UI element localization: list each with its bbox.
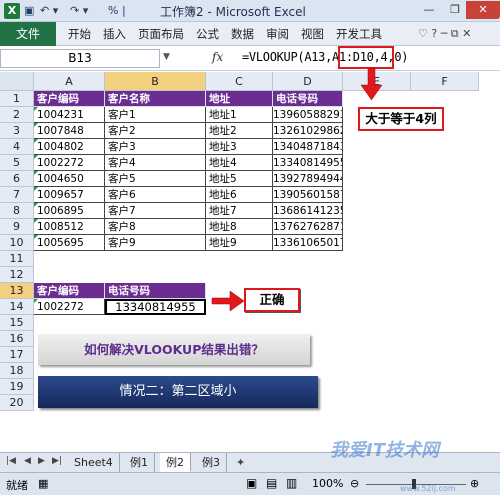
normal-view-icon[interactable]: ▣ — [246, 476, 257, 490]
site-watermark-url: www.52ij.com — [400, 484, 456, 493]
site-watermark: 我爱IT技术网 — [330, 440, 439, 461]
right-arrow-icon — [211, 290, 245, 312]
correct-callout: 正确 — [244, 288, 300, 312]
sheet-tab[interactable]: Sheet4 — [68, 453, 120, 472]
zoom-level[interactable]: 100% — [312, 477, 343, 490]
page-break-view-icon[interactable]: ▥ — [286, 476, 297, 490]
question-banner: 如何解决VLOOKUP结果出错？ — [38, 334, 310, 365]
status-ready: 就绪 — [6, 479, 28, 492]
macro-record-icon[interactable]: ▦ — [38, 477, 48, 490]
prev-sheet-icon[interactable]: ◀ — [24, 456, 31, 466]
sheet-tab[interactable]: 例1 — [124, 453, 155, 472]
sheet-tab[interactable]: 例3 — [196, 453, 227, 472]
page-layout-view-icon[interactable]: ▤ — [266, 476, 277, 490]
sheet-tab-active[interactable]: 例2 — [160, 453, 191, 472]
down-arrow-icon — [360, 67, 383, 101]
first-sheet-icon[interactable]: |◀ — [6, 456, 16, 466]
last-sheet-icon[interactable]: ▶| — [52, 456, 62, 466]
case-banner: 情况二：第二区域小 — [38, 376, 318, 408]
column-count-callout: 大于等于4列 — [358, 107, 444, 131]
insert-sheet-icon[interactable]: ✦ — [236, 456, 245, 469]
zoom-out-icon[interactable]: ⊖ — [350, 477, 359, 490]
zoom-in-icon[interactable]: ⊕ — [470, 477, 479, 490]
next-sheet-icon[interactable]: ▶ — [38, 456, 45, 466]
annotation-arrows — [211, 67, 383, 312]
